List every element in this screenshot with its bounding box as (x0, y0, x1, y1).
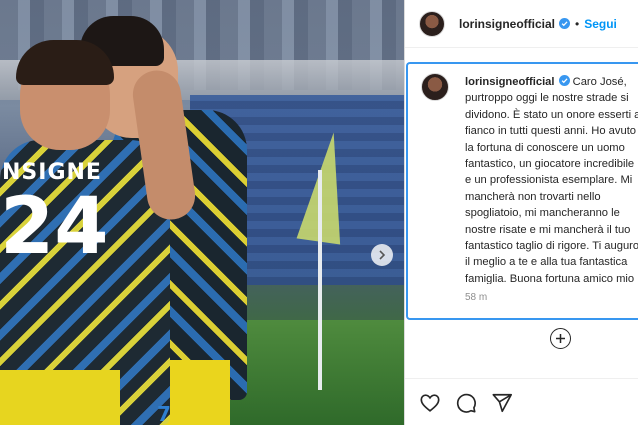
post-sidebar: lorinsigneofficial • Segui lorinsigneoff… (404, 0, 638, 425)
heart-icon[interactable] (419, 392, 441, 414)
instagram-post-view: NSIGNE 24 7 lorinsigneofficial • Segui l… (0, 0, 638, 425)
follow-button[interactable]: Segui (584, 17, 617, 31)
username-link[interactable]: lorinsigneofficial (459, 17, 555, 31)
post-photo: NSIGNE 24 7 (0, 0, 404, 425)
post-timestamp[interactable]: 58 m (465, 292, 487, 303)
avatar[interactable] (419, 10, 445, 37)
separator-dot: • (575, 16, 580, 31)
paper-plane-icon[interactable] (491, 392, 513, 414)
load-more-comments-button[interactable] (550, 328, 571, 349)
caption-body: Caro José, purtroppo oggi le nostre stra… (465, 76, 638, 284)
caption-username[interactable]: lorinsigneofficial (465, 76, 555, 88)
caption-avatar[interactable] (421, 73, 449, 101)
verified-badge-icon (558, 75, 570, 86)
next-photo-button[interactable] (371, 244, 393, 266)
action-bar (419, 392, 513, 414)
post-header: lorinsigneofficial • Segui (405, 0, 638, 48)
comment-bubble-icon[interactable] (455, 392, 477, 414)
divider (405, 378, 638, 379)
caption-block: lorinsigneofficial Caro José, purtroppo … (406, 62, 638, 320)
shirt-number: 24 (0, 182, 109, 272)
add-circle-icon (556, 334, 565, 343)
verified-badge-icon (559, 18, 571, 29)
caption-text: lorinsigneofficial Caro José, purtroppo … (465, 74, 638, 284)
chevron-right-icon (379, 250, 386, 260)
shorts-number: 7 (157, 402, 171, 425)
